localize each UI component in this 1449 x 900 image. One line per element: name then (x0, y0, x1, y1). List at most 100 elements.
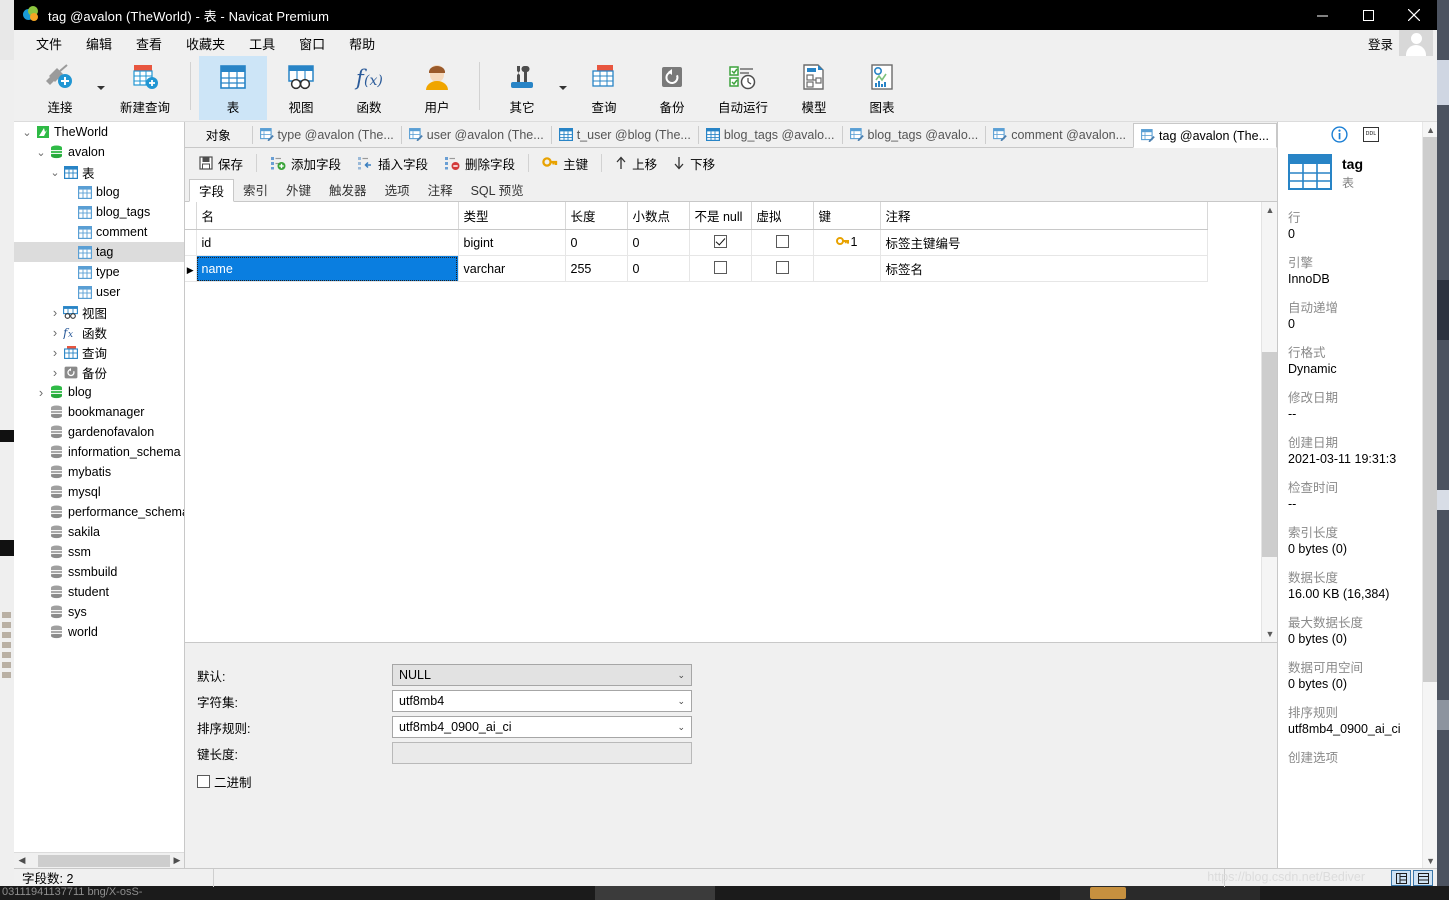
ribbon-automation-button[interactable]: 自动运行 (706, 56, 780, 120)
sub-tab[interactable]: 选项 (376, 178, 419, 201)
chevron-down-icon[interactable]: ⌄ (34, 142, 48, 162)
binary-checkbox[interactable] (197, 775, 210, 788)
form-combobox[interactable]: NULL ⌄ (392, 664, 692, 686)
form-combobox[interactable]: utf8mb4_0900_ai_ci ⌄ (392, 716, 692, 738)
field-length-cell[interactable]: 0 (565, 229, 628, 256)
login-link[interactable]: 登录 (1368, 34, 1393, 53)
scroll-down-icon[interactable]: ▼ (1262, 626, 1278, 642)
move-down-button[interactable]: 下移 (665, 151, 723, 175)
ribbon-other-button[interactable]: 其它 (488, 56, 556, 120)
other-dropdown-caret-icon[interactable] (556, 56, 570, 120)
ribbon-user-button[interactable]: 用户 (403, 56, 471, 120)
menu-favorites[interactable]: 收藏夹 (174, 31, 237, 56)
chevron-right-icon[interactable]: › (48, 322, 62, 342)
grid-view-button[interactable] (1391, 870, 1411, 886)
info-panel-scrollbar[interactable]: ▲ ▼ (1422, 122, 1437, 868)
field-not-null-cell[interactable] (689, 255, 752, 282)
tree-node-[interactable]: › 视图 (14, 302, 184, 322)
tree-node-[interactable]: ⌄ 表 (14, 162, 184, 182)
connection-dropdown-caret-icon[interactable] (94, 56, 108, 120)
grid-column-header[interactable]: 类型 (458, 202, 566, 230)
menu-help[interactable]: 帮助 (337, 31, 387, 56)
info-icon[interactable] (1330, 125, 1348, 143)
tree-node-sys[interactable]: sys (14, 602, 184, 622)
not-null-checkbox[interactable] (713, 260, 727, 274)
menu-view[interactable]: 查看 (124, 31, 174, 56)
sub-tab[interactable]: 注释 (419, 178, 462, 201)
tree-node-gardenofavalon[interactable]: gardenofavalon (14, 422, 184, 442)
editor-tab[interactable]: user @avalon (The... (402, 122, 551, 147)
field-key-cell[interactable] (813, 255, 881, 282)
tree-node-mybatis[interactable]: mybatis (14, 462, 184, 482)
close-button[interactable] (1391, 0, 1437, 30)
menu-edit[interactable]: 编辑 (74, 31, 124, 56)
grid-column-header[interactable]: 虚拟 (751, 202, 814, 230)
grid-vertical-scrollbar[interactable]: ▲ ▼ (1261, 202, 1278, 642)
chevron-down-icon[interactable]: ⌄ (677, 696, 685, 707)
field-length-cell[interactable]: 255 (565, 255, 628, 282)
table-row[interactable]: id bigint 0 0 1 标签主键编号 (185, 229, 1208, 256)
chevron-down-icon[interactable]: ⌄ (677, 670, 685, 681)
grid-column-header[interactable]: 注释 (880, 202, 1208, 230)
chevron-right-icon[interactable]: › (48, 362, 62, 382)
chevron-down-icon[interactable]: ⌄ (677, 722, 685, 733)
sub-tab[interactable]: 索引 (234, 178, 277, 201)
chevron-right-icon[interactable]: › (48, 302, 62, 322)
field-key-cell[interactable]: 1 (813, 229, 881, 256)
scroll-right-icon[interactable]: ▶ (169, 853, 184, 869)
tree-node-sakila[interactable]: sakila (14, 522, 184, 542)
editor-tab[interactable]: type @avalon (The... (253, 122, 401, 147)
scroll-down-icon[interactable]: ▼ (1423, 853, 1437, 868)
add-field-button[interactable]: 添加字段 (262, 151, 349, 175)
field-decimals-cell[interactable]: 0 (627, 255, 690, 282)
tree-node-avalon[interactable]: ⌄ avalon (14, 142, 184, 162)
tree-node-TheWorld[interactable]: ⌄ TheWorld (14, 122, 184, 142)
tree-node-tag[interactable]: tag (14, 242, 184, 262)
ribbon-view-button[interactable]: 视图 (267, 56, 335, 120)
field-virtual-cell[interactable] (751, 255, 814, 282)
field-not-null-cell[interactable] (689, 229, 752, 256)
ribbon-model-button[interactable]: 模型 (780, 56, 848, 120)
virtual-checkbox[interactable] (775, 260, 789, 274)
not-null-checkbox[interactable] (713, 234, 727, 248)
ribbon-table-button[interactable]: 表 (199, 56, 267, 120)
grid-column-header[interactable]: 小数点 (627, 202, 690, 230)
tree-node-ssmbuild[interactable]: ssmbuild (14, 562, 184, 582)
grid-column-header[interactable]: 名 (196, 202, 459, 230)
binary-checkbox-row[interactable]: 二进制 (197, 772, 1277, 791)
tree-node-performance_schema[interactable]: performance_schema (14, 502, 184, 522)
grid-scroll-thumb[interactable] (1262, 352, 1278, 557)
field-decimals-cell[interactable]: 0 (627, 229, 690, 256)
editor-tab[interactable]: tag @avalon (The... (1133, 123, 1277, 148)
editor-tab[interactable]: comment @avalon... (986, 122, 1133, 147)
editor-tab[interactable]: blog_tags @avalo... (699, 122, 842, 147)
ribbon-chart-button[interactable]: 图表 (848, 56, 916, 120)
field-virtual-cell[interactable] (751, 229, 814, 256)
sub-tab[interactable]: 字段 (189, 179, 235, 202)
field-type-cell[interactable]: varchar (458, 255, 566, 282)
ribbon-new-query-button[interactable]: 新建查询 (108, 56, 182, 120)
ribbon-connection-button[interactable]: 连接 (26, 56, 94, 120)
tree-node-bookmanager[interactable]: bookmanager (14, 402, 184, 422)
maximize-button[interactable] (1345, 0, 1391, 30)
tree-node-blog_tags[interactable]: blog_tags (14, 202, 184, 222)
ribbon-query-button[interactable]: 查询 (570, 56, 638, 120)
menu-window[interactable]: 窗口 (287, 31, 337, 56)
tree-horizontal-scrollbar[interactable]: ◀ ▶ (14, 852, 184, 869)
insert-field-button[interactable]: 插入字段 (349, 151, 436, 175)
tree-node-blog[interactable]: › blog (14, 382, 184, 402)
field-grid[interactable]: 名类型 长度 小数点 不是 null 虚拟键注释 id bigint 0 0 1 标签主键编号 ▶ n… (185, 202, 1261, 642)
tree-node-[interactable]: › 备份 (14, 362, 184, 382)
form-view-button[interactable] (1413, 870, 1433, 886)
field-comment-cell[interactable]: 标签主键编号 (880, 229, 1208, 256)
chevron-down-icon[interactable]: ⌄ (20, 122, 34, 142)
ddl-icon[interactable]: DDL (1362, 125, 1380, 143)
grid-column-header[interactable]: 键 (813, 202, 881, 230)
save-button[interactable]: 保存 (191, 151, 251, 175)
tree-node-student[interactable]: student (14, 582, 184, 602)
ribbon-function-button[interactable]: f (x) 函数 (335, 56, 403, 120)
menu-tools[interactable]: 工具 (237, 31, 287, 56)
table-row[interactable]: ▶ name varchar 255 0 标签名 (185, 255, 1208, 282)
move-up-button[interactable]: 上移 (607, 151, 665, 175)
field-name-cell[interactable]: name (196, 255, 459, 282)
